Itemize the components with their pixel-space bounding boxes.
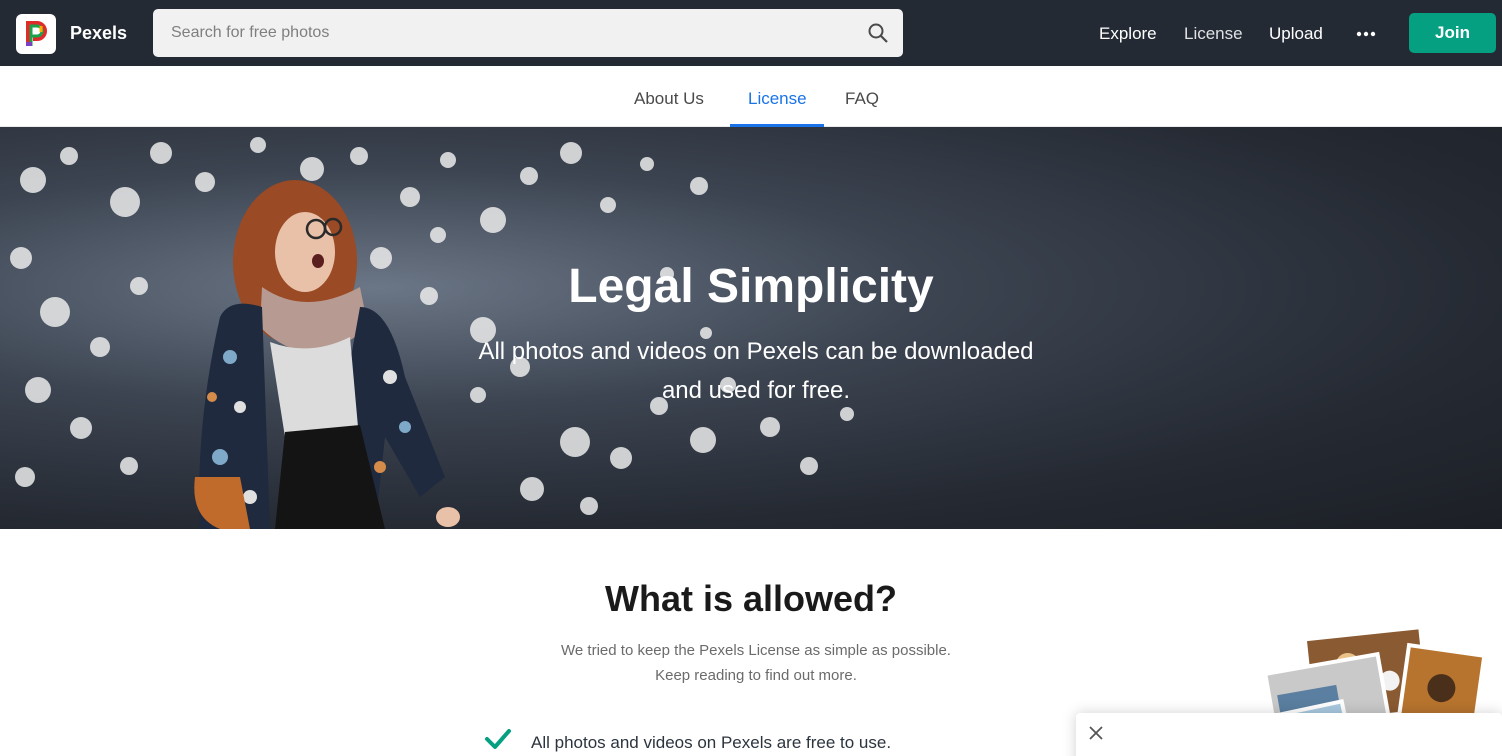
bokeh-light [120,457,138,475]
checkmark-icon [484,728,512,755]
allowed-item-text: All photos and videos on Pexels are free… [531,733,892,752]
nav-license-link[interactable]: License [1184,24,1243,44]
bokeh-light [610,447,632,469]
pexels-logo[interactable] [16,14,56,54]
bokeh-light [350,147,368,165]
nav-upload-link[interactable]: Upload [1269,24,1323,44]
bokeh-light [250,137,266,153]
join-button[interactable]: Join [1409,13,1496,53]
hero-banner: Legal Simplicity All photos and videos o… [0,127,1502,529]
bokeh-light [600,197,616,213]
allowed-section-lead: We tried to keep the Pexels License as s… [451,638,1061,688]
bokeh-light [760,417,780,437]
bokeh-light [60,147,78,165]
bokeh-light [110,187,140,217]
bokeh-light [25,377,51,403]
bokeh-light [20,167,46,193]
lead-line: We tried to keep the Pexels License as s… [561,642,951,659]
bokeh-light [520,167,538,185]
bokeh-light [480,207,506,233]
bokeh-light [560,142,582,164]
bokeh-light [690,427,716,453]
bokeh-light [15,467,35,487]
hero-subtitle: All photos and videos on Pexels can be d… [451,332,1061,410]
search-icon[interactable] [867,22,889,44]
bokeh-light [800,457,818,475]
allowed-section-title: What is allowed? [604,578,898,619]
bokeh-light [440,152,456,168]
brand-name[interactable]: Pexels [70,23,127,44]
bokeh-light [560,427,590,457]
nav-explore-link[interactable]: Explore [1099,24,1157,44]
hero-title: Legal Simplicity [568,260,934,313]
bokeh-light [580,497,598,515]
tab-license[interactable]: License [748,89,807,109]
hero-subtitle-line: All photos and videos on Pexels can be d… [478,338,1034,365]
hero-subtitle-line: and used for free. [661,377,851,404]
notification-toast [1076,713,1502,756]
tab-about-us[interactable]: About Us [634,89,704,109]
bokeh-light [90,337,110,357]
search-bar [153,9,903,57]
sub-navigation: About Us License FAQ [0,66,1502,127]
more-dots-icon[interactable] [1356,20,1376,52]
close-icon[interactable] [1088,725,1104,746]
lead-line: Keep reading to find out more. [655,667,857,684]
tab-faq[interactable]: FAQ [845,89,879,109]
hero-person-image [194,180,460,529]
bokeh-light [150,142,172,164]
bokeh-light [690,177,708,195]
bokeh-light [70,417,92,439]
pexels-logo-icon [26,21,47,46]
bokeh-light [640,157,654,171]
search-input[interactable] [153,9,853,57]
bokeh-light [520,477,544,501]
top-navbar: Pexels Explore License Upload Join [0,0,1502,66]
